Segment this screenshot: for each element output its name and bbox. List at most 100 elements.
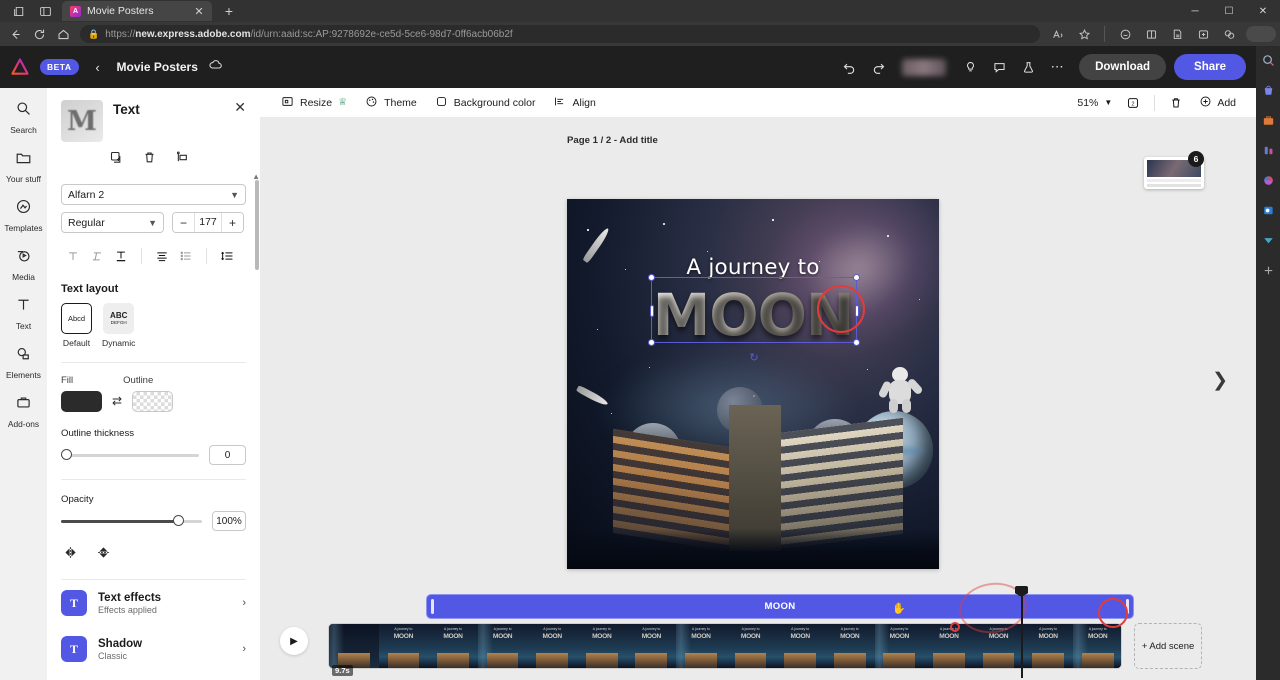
bullet-list-icon[interactable] xyxy=(174,245,198,267)
zoom-select[interactable]: 51% ▼ xyxy=(1071,93,1118,113)
resize-handle-br[interactable] xyxy=(853,339,860,346)
add-icon[interactable] xyxy=(1260,262,1277,279)
minimize-button[interactable]: ─ xyxy=(1178,0,1212,22)
background-color-button[interactable]: Background color xyxy=(426,91,545,115)
flip-vertical-icon[interactable] xyxy=(96,545,111,565)
italic-icon[interactable] xyxy=(85,245,109,267)
tab-actions-icon[interactable] xyxy=(32,1,58,21)
office-icon[interactable] xyxy=(1260,172,1277,189)
pages-icon[interactable]: 2 xyxy=(1121,92,1145,114)
duplicate-icon[interactable] xyxy=(109,150,124,170)
document-title[interactable]: Movie Posters xyxy=(117,60,198,74)
home-icon[interactable] xyxy=(52,24,74,44)
outline-thickness-slider[interactable] xyxy=(61,454,199,457)
lightbulb-icon[interactable] xyxy=(957,54,983,80)
outlook-icon[interactable] xyxy=(1260,202,1277,219)
shadow-row[interactable]: T Shadow Classic › xyxy=(47,626,260,672)
play-button[interactable]: ▶ xyxy=(280,627,308,655)
resize-handle-tr[interactable] xyxy=(853,274,860,281)
text-align-icon[interactable] xyxy=(150,245,174,267)
add-button[interactable]: Add xyxy=(1191,91,1244,115)
browser-tab[interactable]: A Movie Posters ✕ xyxy=(62,1,212,21)
tools-icon[interactable] xyxy=(1260,112,1277,129)
copilot-icon[interactable] xyxy=(1113,24,1137,44)
delete-icon[interactable] xyxy=(142,150,157,170)
rotate-handle-icon[interactable]: ↻ xyxy=(747,350,761,364)
undo-icon[interactable] xyxy=(836,54,862,80)
layout-option-dynamic[interactable]: ABC DEFGH Dynamic xyxy=(102,303,135,348)
delete-icon[interactable] xyxy=(1164,92,1188,114)
share-button[interactable]: Share xyxy=(1174,54,1246,80)
close-icon[interactable]: ✕ xyxy=(234,100,246,114)
slider-knob[interactable] xyxy=(173,515,184,526)
swap-colors-icon[interactable]: ⇄ xyxy=(112,394,122,408)
flip-horizontal-icon[interactable] xyxy=(63,545,78,565)
games-icon[interactable] xyxy=(1260,142,1277,159)
back-arrow-icon[interactable] xyxy=(4,24,26,44)
track-handle-left[interactable] xyxy=(431,599,434,614)
sidebar-item-elements[interactable]: Elements xyxy=(0,345,47,380)
chevron-left-icon[interactable]: ‹ xyxy=(89,60,107,75)
uppercase-icon[interactable] xyxy=(61,245,85,267)
outline-color-swatch[interactable] xyxy=(132,391,173,412)
shopping-bag-icon[interactable] xyxy=(1260,82,1277,99)
underline-icon[interactable] xyxy=(109,245,133,267)
new-tab-button[interactable]: + xyxy=(220,3,238,19)
sidebar-item-media[interactable]: Media xyxy=(0,247,47,282)
search-icon[interactable] xyxy=(1260,52,1277,69)
canvas-stage[interactable]: Page 1 / 2 - Add title 6 xyxy=(260,117,1256,591)
close-window-button[interactable]: ✕ xyxy=(1246,0,1280,22)
maximize-button[interactable]: ☐ xyxy=(1212,0,1246,22)
resize-handle-ml[interactable] xyxy=(650,305,654,317)
layout-option-default[interactable]: Abcd Default xyxy=(61,303,92,348)
decrease-font-size-button[interactable]: − xyxy=(173,213,194,232)
more-options-icon[interactable]: ⋯ xyxy=(1044,54,1070,80)
beaker-icon[interactable] xyxy=(1015,54,1041,80)
address-bar[interactable]: 🔒 https://new.express.adobe.com/id/urn:a… xyxy=(80,25,1040,43)
redo-icon[interactable] xyxy=(865,54,891,80)
downloads-icon[interactable] xyxy=(1260,232,1277,249)
slider-knob[interactable] xyxy=(61,449,72,460)
resize-handle-tl[interactable] xyxy=(648,274,655,281)
theme-button[interactable]: Theme xyxy=(356,91,426,115)
sidebar-item-your-stuff[interactable]: Your stuff xyxy=(0,149,47,184)
collaborator-avatars[interactable] xyxy=(902,59,946,76)
font-style-select[interactable]: Regular ▼ xyxy=(61,212,164,233)
increase-font-size-button[interactable]: + xyxy=(222,213,243,232)
close-icon[interactable]: ✕ xyxy=(192,5,206,18)
group-icon[interactable] xyxy=(175,150,190,170)
resize-handle-bl[interactable] xyxy=(648,339,655,346)
line-spacing-icon[interactable] xyxy=(215,245,239,267)
scene-track-bar[interactable]: MOON xyxy=(426,594,1134,619)
browser-essentials-icon[interactable] xyxy=(1191,24,1215,44)
add-scene-button[interactable]: + Add scene xyxy=(1134,623,1202,669)
download-button[interactable]: Download xyxy=(1079,54,1166,80)
font-family-select[interactable]: Alfarn 2 ▼ xyxy=(61,184,246,205)
profile-avatar[interactable] xyxy=(1246,26,1276,42)
comment-icon[interactable] xyxy=(986,54,1012,80)
sidebar-item-text[interactable]: Text xyxy=(0,296,47,331)
next-page-button[interactable]: ❯ xyxy=(1212,369,1228,392)
workspaces-icon[interactable] xyxy=(6,1,32,21)
sidebar-item-search[interactable]: Search xyxy=(0,100,47,135)
favorite-star-icon[interactable] xyxy=(1072,24,1096,44)
adobe-express-logo[interactable] xyxy=(10,57,30,77)
shape-row[interactable]: ◯ Shape › xyxy=(47,672,260,680)
opacity-slider[interactable] xyxy=(61,520,202,523)
read-aloud-icon[interactable] xyxy=(1046,24,1070,44)
page-label[interactable]: Page 1 / 2 - Add title xyxy=(567,135,658,146)
text-effects-row[interactable]: T Text effects Effects applied › xyxy=(47,580,260,626)
opacity-value[interactable]: 100% xyxy=(212,511,246,531)
fill-color-swatch[interactable] xyxy=(61,391,102,412)
font-size-value[interactable]: 177 xyxy=(194,213,222,232)
panel-scrollbar[interactable] xyxy=(255,180,259,270)
playhead-line[interactable] xyxy=(1021,586,1023,678)
refresh-icon[interactable] xyxy=(28,24,50,44)
resize-button[interactable]: Resize ♕ xyxy=(272,91,356,115)
extensions-icon[interactable] xyxy=(1217,24,1241,44)
split-screen-icon[interactable] xyxy=(1139,24,1163,44)
align-button[interactable]: Align xyxy=(544,91,604,115)
collections-icon[interactable] xyxy=(1165,24,1189,44)
sidebar-item-templates[interactable]: Templates xyxy=(0,198,47,233)
sidebar-item-add-ons[interactable]: Add-ons xyxy=(0,394,47,429)
